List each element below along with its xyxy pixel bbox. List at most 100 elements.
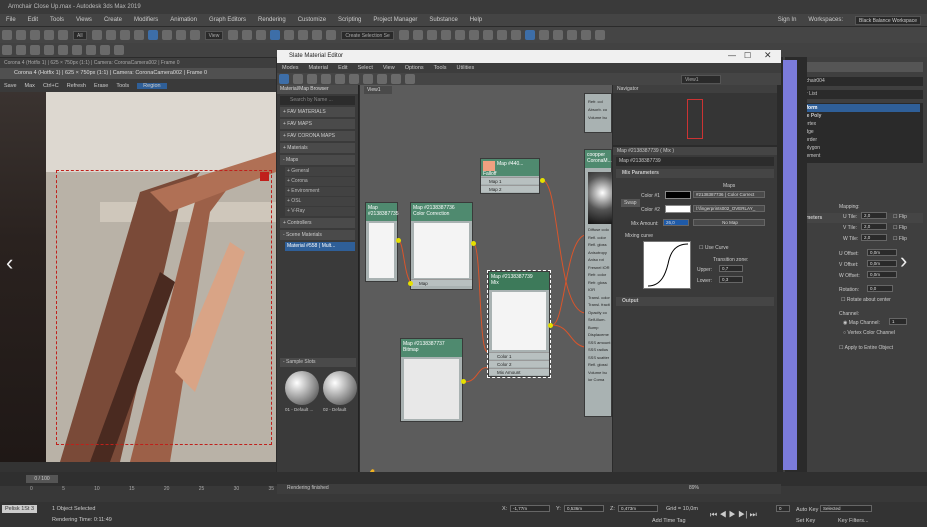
maximize-icon[interactable]: ☐ xyxy=(744,51,751,60)
chain-icon[interactable] xyxy=(100,45,110,55)
cat-fav-corona-maps[interactable]: + FAV CORONA MAPS xyxy=(280,131,355,141)
slot-refl-color[interactable]: Refl. color xyxy=(588,234,610,242)
snaps-toggle-icon[interactable] xyxy=(270,30,281,40)
menu-rendering[interactable]: Rendering xyxy=(258,17,286,23)
cat-scene-materials[interactable]: - Scene Materials xyxy=(280,230,355,240)
sme-layout-children-icon[interactable] xyxy=(391,74,401,84)
menu-help[interactable]: Help xyxy=(470,17,482,23)
vfb-erase-button[interactable]: Erase xyxy=(94,83,108,89)
slot-refr-gloss[interactable]: Refr. gloss xyxy=(588,279,610,287)
add-time-tag-button[interactable]: Add Time Tag xyxy=(652,518,686,524)
color1-map-button[interactable]: #2138387736 ( Color Correct xyxy=(693,191,765,198)
populate-icon[interactable] xyxy=(58,45,68,55)
sme-move-children-icon[interactable] xyxy=(335,74,345,84)
next-arrow-icon[interactable]: › xyxy=(900,248,907,274)
slot-bump[interactable]: Bump xyxy=(588,324,610,332)
slot-displacement[interactable]: Displaceme xyxy=(588,331,610,339)
prev-arrow-icon[interactable]: ‹ xyxy=(6,250,13,276)
canvas-view-tab[interactable]: View1 xyxy=(364,86,392,94)
reference-coordinate-dropdown[interactable]: View xyxy=(204,30,224,40)
color2-swatch[interactable] xyxy=(665,205,691,213)
stack-uvw-xform[interactable]: UVW Xform xyxy=(790,104,920,112)
curve-editor-icon[interactable] xyxy=(454,30,465,40)
close-icon[interactable]: ✕ xyxy=(764,50,772,61)
menu-scripting[interactable]: Scripting xyxy=(338,17,361,23)
vfb-tools-button[interactable]: Tools xyxy=(116,83,129,89)
select-manipulate-icon[interactable] xyxy=(242,30,253,40)
sme-menu-select[interactable]: Select xyxy=(358,63,373,73)
node-735-output[interactable] xyxy=(396,238,401,243)
selection-ribbon-icon[interactable] xyxy=(30,45,40,55)
key-mode-dropdown[interactable]: Selected xyxy=(820,505,872,512)
slot-transl-color[interactable]: Transl. color xyxy=(588,294,610,302)
minimize-icon[interactable]: — xyxy=(728,51,736,60)
menu-create[interactable]: Create xyxy=(104,17,122,23)
slot-anisotropy[interactable]: Anisotropy xyxy=(588,249,610,257)
render-production-icon[interactable] xyxy=(580,30,591,40)
key-filters-button[interactable]: Key Filters... xyxy=(838,518,869,524)
menu-customize[interactable]: Customize xyxy=(298,17,326,23)
sme-menu-utilities[interactable]: Utilities xyxy=(457,63,475,73)
rotation-input[interactable]: 0,0 xyxy=(867,285,893,292)
mix-slot-color2[interactable]: Color 2 xyxy=(489,360,549,367)
mix-slot-amount[interactable]: Mix Amount xyxy=(489,368,549,375)
node-736-input[interactable] xyxy=(408,281,413,286)
node-falloff[interactable]: Map #440... Falloff Map 1 Map 2 xyxy=(480,158,540,194)
cat-sample-slots[interactable]: - Sample Slots xyxy=(280,358,356,367)
rendered-frame-window-icon[interactable] xyxy=(510,30,521,40)
slot-diffuse[interactable]: Diffuse colo xyxy=(588,226,610,234)
node-bitmap[interactable]: Map #2138387737 Bitmap xyxy=(400,338,463,422)
selection-filter-dropdown[interactable]: All xyxy=(73,30,87,40)
vertex-color-radio[interactable]: ○ Vertex Color Channel xyxy=(843,330,895,336)
cat-maps[interactable]: - Maps xyxy=(280,155,355,165)
map-channel-radio[interactable]: ◉ Map Channel: xyxy=(843,320,880,326)
v-flip-checkbox[interactable]: ☐ Flip xyxy=(893,225,907,231)
mix-amount-input[interactable]: 26,0 xyxy=(663,219,689,226)
stack-polygon[interactable]: Polygon xyxy=(790,144,920,152)
slot-sss-radius[interactable]: SSS radius xyxy=(588,346,610,354)
brush-icon[interactable] xyxy=(86,45,96,55)
u-offset-input[interactable]: 0,0m xyxy=(867,249,897,256)
menu-tools[interactable]: Tools xyxy=(50,17,64,23)
z-coord-field[interactable]: 0,473m xyxy=(618,505,658,512)
menu-views[interactable]: Views xyxy=(76,17,92,23)
vfb-copy-button[interactable]: Ctrl+C xyxy=(43,83,59,89)
freeform-icon[interactable] xyxy=(16,45,26,55)
w-offset-input[interactable]: 0,0m xyxy=(867,271,897,278)
sme-show-map-icon[interactable] xyxy=(349,74,359,84)
swap-button[interactable]: Swap xyxy=(621,199,640,207)
color1-swatch[interactable] xyxy=(665,191,691,199)
rotate-center-checkbox[interactable]: ☐ Rotate about center xyxy=(841,297,891,303)
vfb-max-button[interactable]: Max xyxy=(25,83,35,89)
slot-aniso-rot[interactable]: Aniso rot xyxy=(588,256,610,264)
teapot-icon[interactable] xyxy=(114,45,124,55)
current-frame-field[interactable]: 0 xyxy=(776,505,790,512)
redo-icon[interactable] xyxy=(16,30,26,40)
named-selection-dropdown[interactable]: Create Selection Se xyxy=(341,30,394,40)
menu-substance[interactable]: Substance xyxy=(429,17,457,23)
command-panel-tabs[interactable] xyxy=(787,62,923,72)
time-slider[interactable]: 0 / 100 xyxy=(26,475,58,483)
maps-corona[interactable]: + Corona xyxy=(285,177,355,186)
cat-fav-materials[interactable]: + FAV MATERIALS xyxy=(280,107,355,117)
sample-slot-2[interactable] xyxy=(323,371,357,405)
sme-menu-view[interactable]: View xyxy=(383,63,395,73)
mix-output[interactable] xyxy=(548,323,553,328)
stack-border[interactable]: Border xyxy=(790,136,920,144)
bitmap-output[interactable] xyxy=(461,379,466,384)
window-crossing-icon[interactable] xyxy=(133,30,144,40)
map-name-field[interactable]: Map #2138387739 xyxy=(616,157,774,166)
axis-x-icon[interactable] xyxy=(524,30,535,40)
node-736-slot-map[interactable]: Map xyxy=(411,279,472,286)
pivot-center-icon[interactable] xyxy=(228,30,239,40)
menu-animation[interactable]: Animation xyxy=(170,17,197,23)
playback-controls-icon[interactable]: ⏮ ◀ ▶ ▶| ⏭ xyxy=(710,510,757,520)
object-name-field[interactable]: Scoop chair004 xyxy=(787,77,923,86)
render-setup-icon[interactable] xyxy=(496,30,507,40)
sme-view-dropdown[interactable]: View1 xyxy=(681,74,721,84)
slot-self-illum[interactable]: Self-illum. xyxy=(588,316,610,324)
w-tile-input[interactable]: 2,0 xyxy=(861,234,887,241)
object-paint-icon[interactable] xyxy=(44,45,54,55)
menu-file[interactable]: File xyxy=(6,17,16,23)
menu-modifiers[interactable]: Modifiers xyxy=(134,17,158,23)
